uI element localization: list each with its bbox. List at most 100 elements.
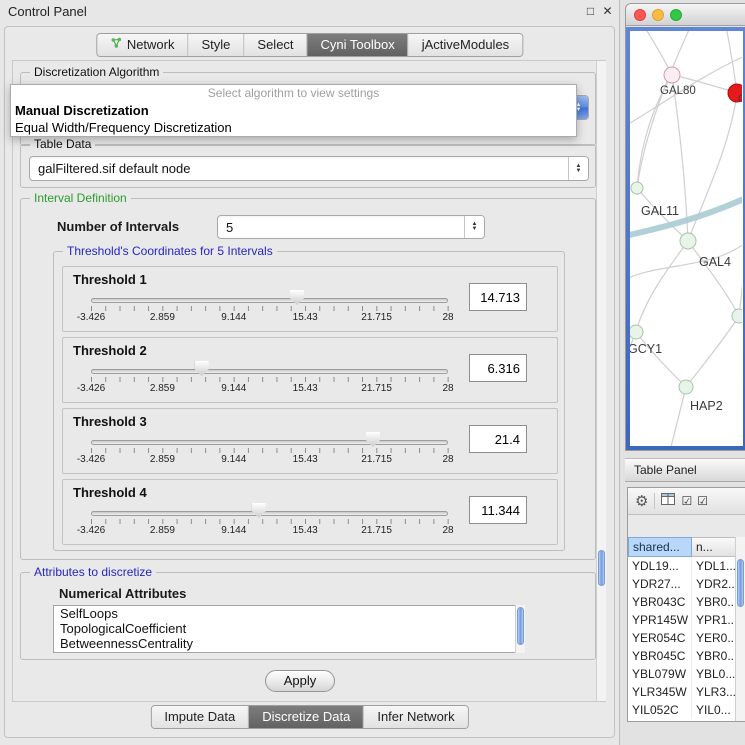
tab-discretize-data[interactable]: Discretize Data: [249, 706, 364, 728]
table-row[interactable]: YPR145WYPR1...: [628, 611, 735, 629]
network-canvas[interactable]: GAL80 GAL... GAL11 GAL4 GCY1 HAP2: [630, 31, 743, 446]
tab-cyni-toolbox[interactable]: Cyni Toolbox: [308, 34, 409, 56]
network-node[interactable]: [680, 233, 696, 249]
threshold-2-panel: Threshold 2 -3.4262.8599.14415.4321.7152…: [62, 337, 558, 403]
table-cell[interactable]: YPR1...: [692, 611, 735, 629]
combo-stepper-icon[interactable]: ▲▼: [464, 216, 484, 238]
close-button[interactable]: [634, 9, 646, 21]
apply-button[interactable]: Apply: [265, 670, 335, 692]
top-tab-bar: Network Style Select Cyni Toolbox jActiv…: [96, 33, 523, 57]
table-cell[interactable]: YDR2...: [692, 575, 735, 593]
slider-ticks: [91, 377, 449, 382]
list-item[interactable]: SelfLoops: [54, 606, 524, 621]
table-cell[interactable]: YDL19...: [628, 557, 692, 575]
tab-jactivemodules[interactable]: jActiveModules: [409, 34, 522, 56]
table-cell[interactable]: YBL0...: [692, 665, 735, 683]
slider-track[interactable]: [91, 511, 448, 516]
window-title: Control Panel: [8, 4, 87, 19]
list-scrollbar[interactable]: [515, 605, 525, 653]
table-cell[interactable]: YER0...: [692, 629, 735, 647]
network-node[interactable]: [679, 380, 693, 394]
tab-label: Style: [202, 34, 231, 56]
threshold-value-field[interactable]: 6.316: [469, 354, 527, 382]
tab-infer-network[interactable]: Infer Network: [364, 706, 467, 728]
table-scrollbar[interactable]: [735, 537, 745, 721]
column-settings-icon[interactable]: [661, 492, 675, 510]
table-cell[interactable]: YBL079W: [628, 665, 692, 683]
scrollbar-thumb[interactable]: [517, 607, 524, 645]
threshold-value-field[interactable]: 11.344: [469, 496, 527, 524]
list-item[interactable]: BetweennessCentrality: [54, 636, 524, 651]
scrollbar-thumb[interactable]: [598, 550, 605, 586]
select-all-icon[interactable]: ☑: [681, 494, 691, 508]
tab-network[interactable]: Network: [97, 34, 189, 56]
table-cell[interactable]: YIL0...: [692, 701, 735, 719]
combo-stepper-icon[interactable]: ▲▼: [568, 157, 588, 180]
list-item[interactable]: TopologicalCoefficient: [54, 621, 524, 636]
slider-track[interactable]: [91, 298, 448, 303]
tick-label: 2.859: [150, 312, 175, 323]
network-node[interactable]: [732, 309, 742, 323]
network-graph: GAL80 GAL... GAL11 GAL4 GCY1 HAP2: [630, 31, 742, 446]
table-data-select[interactable]: galFiltered.sif default node ▲▼: [29, 156, 589, 181]
table-cell[interactable]: YLR345W: [628, 683, 692, 701]
column-header-shared-name[interactable]: shared...: [628, 537, 692, 557]
table-row[interactable]: YBR045CYBR0...: [628, 647, 735, 665]
table-row[interactable]: YDR27...YDR2...: [628, 575, 735, 593]
table-cell[interactable]: YIL052C: [628, 701, 692, 719]
attributes-list[interactable]: SelfLoops TopologicalCoefficient Between…: [53, 605, 525, 653]
slider-track[interactable]: [91, 369, 448, 374]
content-scrollbar[interactable]: [596, 61, 606, 701]
dropdown-option-manual[interactable]: Manual Discretization: [11, 102, 576, 119]
float-window-icon[interactable]: □: [583, 4, 598, 19]
tab-select[interactable]: Select: [244, 34, 307, 56]
table-row[interactable]: YLR345WYLR3...: [628, 683, 735, 701]
network-node[interactable]: [630, 325, 643, 339]
table-row[interactable]: YER054CYER0...: [628, 629, 735, 647]
threshold-1-panel: Threshold 1 -3.4262.8599.14415.4321.7152…: [62, 266, 558, 332]
minimize-button[interactable]: [652, 9, 664, 21]
network-node[interactable]: [631, 182, 643, 194]
threshold-value-field[interactable]: 21.4: [469, 425, 527, 453]
tab-style[interactable]: Style: [189, 34, 245, 56]
table-cell[interactable]: YLR3...: [692, 683, 735, 701]
network-node[interactable]: [664, 67, 680, 83]
network-window-titlebar[interactable]: [626, 4, 745, 26]
threshold-3-panel: Threshold 3 -3.4262.8599.14415.4321.7152…: [62, 408, 558, 474]
tick-label: 28: [442, 525, 453, 536]
table-cell[interactable]: YDL1...: [692, 557, 735, 575]
network-frame: GAL80 GAL... GAL11 GAL4 GCY1 HAP2: [626, 27, 745, 450]
threshold-value-field[interactable]: 14.713: [469, 283, 527, 311]
network-icon: [110, 34, 122, 56]
threshold-label: Threshold 2: [73, 343, 147, 358]
tick-label: -3.426: [77, 383, 105, 394]
tab-label: Network: [127, 34, 175, 56]
tick-label: 9.144: [221, 383, 246, 394]
table-row[interactable]: YBL079WYBL0...: [628, 665, 735, 683]
threshold-coordinates-group: Threshold's Coordinates for 5 Intervals …: [53, 251, 565, 551]
select-mode-icon[interactable]: ☑: [697, 494, 707, 508]
table-cell[interactable]: YBR043C: [628, 593, 692, 611]
table-cell[interactable]: YDR27...: [628, 575, 692, 593]
table-row[interactable]: YBR043CYBR0...: [628, 593, 735, 611]
table-cell[interactable]: YPR145W: [628, 611, 692, 629]
number-of-intervals-select[interactable]: 5 ▲▼: [217, 215, 485, 239]
table-row[interactable]: YIL052CYIL0...: [628, 701, 735, 719]
table-row[interactable]: YDL19...YDL1...: [628, 557, 735, 575]
dropdown-option-equal-width[interactable]: Equal Width/Frequency Discretization: [11, 119, 576, 136]
table-cell[interactable]: YBR0...: [692, 593, 735, 611]
column-header-name[interactable]: n...: [692, 537, 735, 557]
slider-track[interactable]: [91, 440, 448, 445]
zoom-button[interactable]: [670, 9, 682, 21]
node-label: HAP2: [690, 399, 723, 413]
gear-icon[interactable]: ⚙: [635, 492, 648, 510]
scrollbar-thumb[interactable]: [737, 559, 744, 607]
group-title: Attributes to discretize: [30, 565, 156, 579]
table-cell[interactable]: YBR045C: [628, 647, 692, 665]
tab-label: Discretize Data: [262, 706, 350, 728]
table-cell[interactable]: YBR0...: [692, 647, 735, 665]
table-cell[interactable]: YER054C: [628, 629, 692, 647]
tab-impute-data[interactable]: Impute Data: [151, 706, 249, 728]
close-icon[interactable]: ✕: [600, 4, 615, 19]
tick-label: 9.144: [221, 454, 246, 465]
